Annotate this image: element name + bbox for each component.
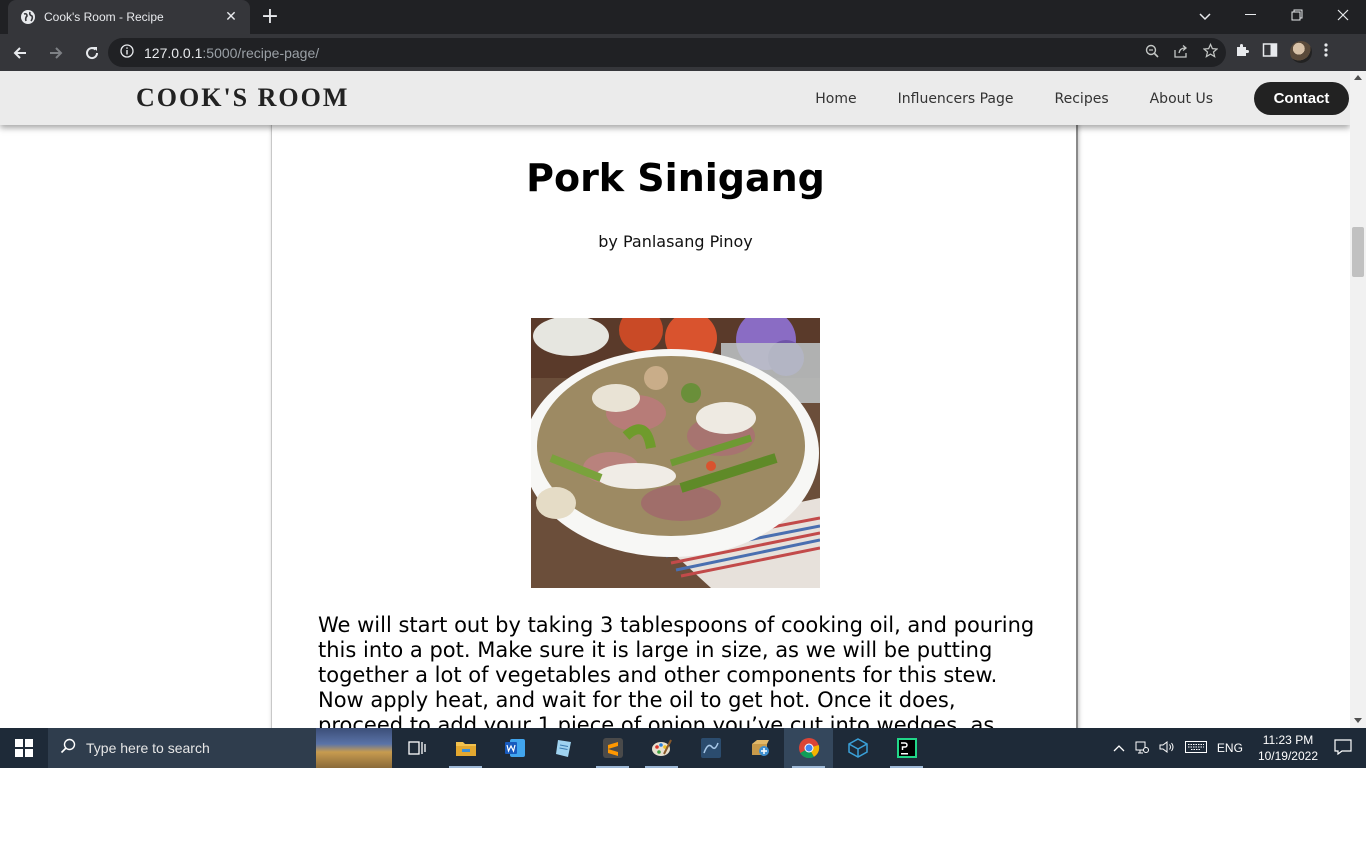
side-panel-icon[interactable] bbox=[1262, 42, 1278, 62]
close-tab-icon[interactable]: ✕ bbox=[222, 8, 240, 26]
network-icon[interactable] bbox=[1135, 740, 1149, 757]
globe-icon bbox=[20, 9, 36, 25]
recipe-author: by Panlasang Pinoy bbox=[598, 232, 753, 251]
reload-icon[interactable] bbox=[76, 37, 108, 69]
recipe-photo bbox=[531, 318, 820, 588]
taskbar-apps bbox=[392, 728, 931, 768]
chevron-up-icon[interactable] bbox=[1113, 741, 1125, 755]
browser-tab[interactable]: Cook's Room - Recipe ✕ bbox=[8, 0, 250, 34]
search-placeholder: Type here to search bbox=[86, 740, 210, 756]
nav-influencers[interactable]: Influencers Page bbox=[898, 81, 1014, 115]
nav-home[interactable]: Home bbox=[815, 81, 856, 115]
omnibox-actions bbox=[1145, 38, 1219, 67]
task-view-icon[interactable] bbox=[392, 728, 441, 768]
3d-viewer-icon[interactable] bbox=[833, 728, 882, 768]
zoom-icon[interactable] bbox=[1145, 43, 1159, 62]
sublime-text-icon[interactable] bbox=[588, 728, 637, 768]
chrome-taskbar-icon[interactable] bbox=[784, 728, 833, 768]
tab-search-chevron-icon[interactable] bbox=[1192, 6, 1218, 28]
toolbar-actions bbox=[1234, 36, 1328, 68]
close-window-icon[interactable] bbox=[1320, 0, 1366, 30]
chrome-menu-icon[interactable] bbox=[1324, 42, 1328, 62]
contact-button[interactable]: Contact bbox=[1254, 81, 1349, 115]
pycharm-icon[interactable] bbox=[882, 728, 931, 768]
clock-date: 10/19/2022 bbox=[1257, 749, 1318, 763]
url-text[interactable]: 127.0.0.1:5000/recipe-page/ bbox=[144, 45, 319, 61]
paint-icon[interactable] bbox=[637, 728, 686, 768]
forward-arrow-icon[interactable] bbox=[40, 37, 72, 69]
extensions-puzzle-icon[interactable] bbox=[1234, 42, 1250, 62]
file-explorer-icon[interactable] bbox=[441, 728, 490, 768]
site-navbar: COOK'S ROOM Home Influencers Page Recipe… bbox=[0, 71, 1350, 125]
windows-taskbar: Type here to search ENG 11:23 PM 10/19/2… bbox=[0, 728, 1366, 768]
scroll-down-arrow-icon[interactable] bbox=[1354, 718, 1362, 723]
search-icon bbox=[60, 738, 76, 758]
recipe-card: Pork Sinigang by Panlasang Pinoy We will… bbox=[271, 111, 1078, 728]
window-controls bbox=[1228, 0, 1366, 34]
scrollbar-thumb[interactable] bbox=[1352, 227, 1364, 277]
clock-time: 11:23 PM bbox=[1262, 733, 1314, 747]
tab-title: Cook's Room - Recipe bbox=[44, 10, 164, 24]
notes-app-icon[interactable] bbox=[539, 728, 588, 768]
page-viewport: Pork Sinigang by Panlasang Pinoy We will… bbox=[0, 71, 1350, 728]
nav-about[interactable]: About Us bbox=[1150, 81, 1213, 115]
windows-start-icon[interactable] bbox=[0, 728, 48, 768]
scroll-up-arrow-icon[interactable] bbox=[1354, 75, 1362, 80]
restore-icon[interactable] bbox=[1274, 0, 1320, 30]
mysql-workbench-icon[interactable] bbox=[686, 728, 735, 768]
nav-links: Home Influencers Page Recipes About Us C… bbox=[815, 81, 1350, 115]
bookmark-star-icon[interactable] bbox=[1202, 42, 1219, 62]
browser-tab-strip: Cook's Room - Recipe ✕ + bbox=[0, 0, 1366, 34]
installer-icon[interactable] bbox=[735, 728, 784, 768]
site-info-icon[interactable] bbox=[120, 43, 134, 62]
minimize-icon[interactable] bbox=[1228, 0, 1274, 30]
back-arrow-icon[interactable] bbox=[4, 37, 36, 69]
site-logo[interactable]: COOK'S ROOM bbox=[136, 83, 349, 113]
notifications-icon[interactable] bbox=[1334, 738, 1352, 758]
page-scrollbar[interactable] bbox=[1350, 71, 1366, 728]
address-bar[interactable]: 127.0.0.1:5000/recipe-page/ bbox=[108, 38, 1226, 67]
nav-recipes[interactable]: Recipes bbox=[1055, 81, 1109, 115]
share-icon[interactable] bbox=[1173, 43, 1189, 62]
search-highlight-image[interactable] bbox=[316, 728, 392, 768]
taskbar-search-box[interactable]: Type here to search bbox=[48, 728, 392, 768]
profile-avatar[interactable] bbox=[1290, 41, 1312, 63]
language-indicator[interactable]: ENG bbox=[1217, 741, 1243, 755]
taskbar-clock[interactable]: 11:23 PM 10/19/2022 bbox=[1258, 732, 1318, 764]
new-tab-button[interactable]: + bbox=[258, 6, 282, 28]
word-icon[interactable] bbox=[490, 728, 539, 768]
recipe-title: Pork Sinigang bbox=[526, 156, 825, 200]
volume-icon[interactable] bbox=[1159, 740, 1175, 757]
empty-area-below-screen bbox=[0, 768, 1366, 864]
browser-toolbar: 127.0.0.1:5000/recipe-page/ bbox=[0, 34, 1366, 71]
recipe-instructions: We will start out by taking 3 tablespoon… bbox=[318, 613, 1035, 728]
keyboard-icon[interactable] bbox=[1184, 740, 1207, 756]
system-tray: ENG 11:23 PM 10/19/2022 bbox=[1108, 728, 1366, 768]
